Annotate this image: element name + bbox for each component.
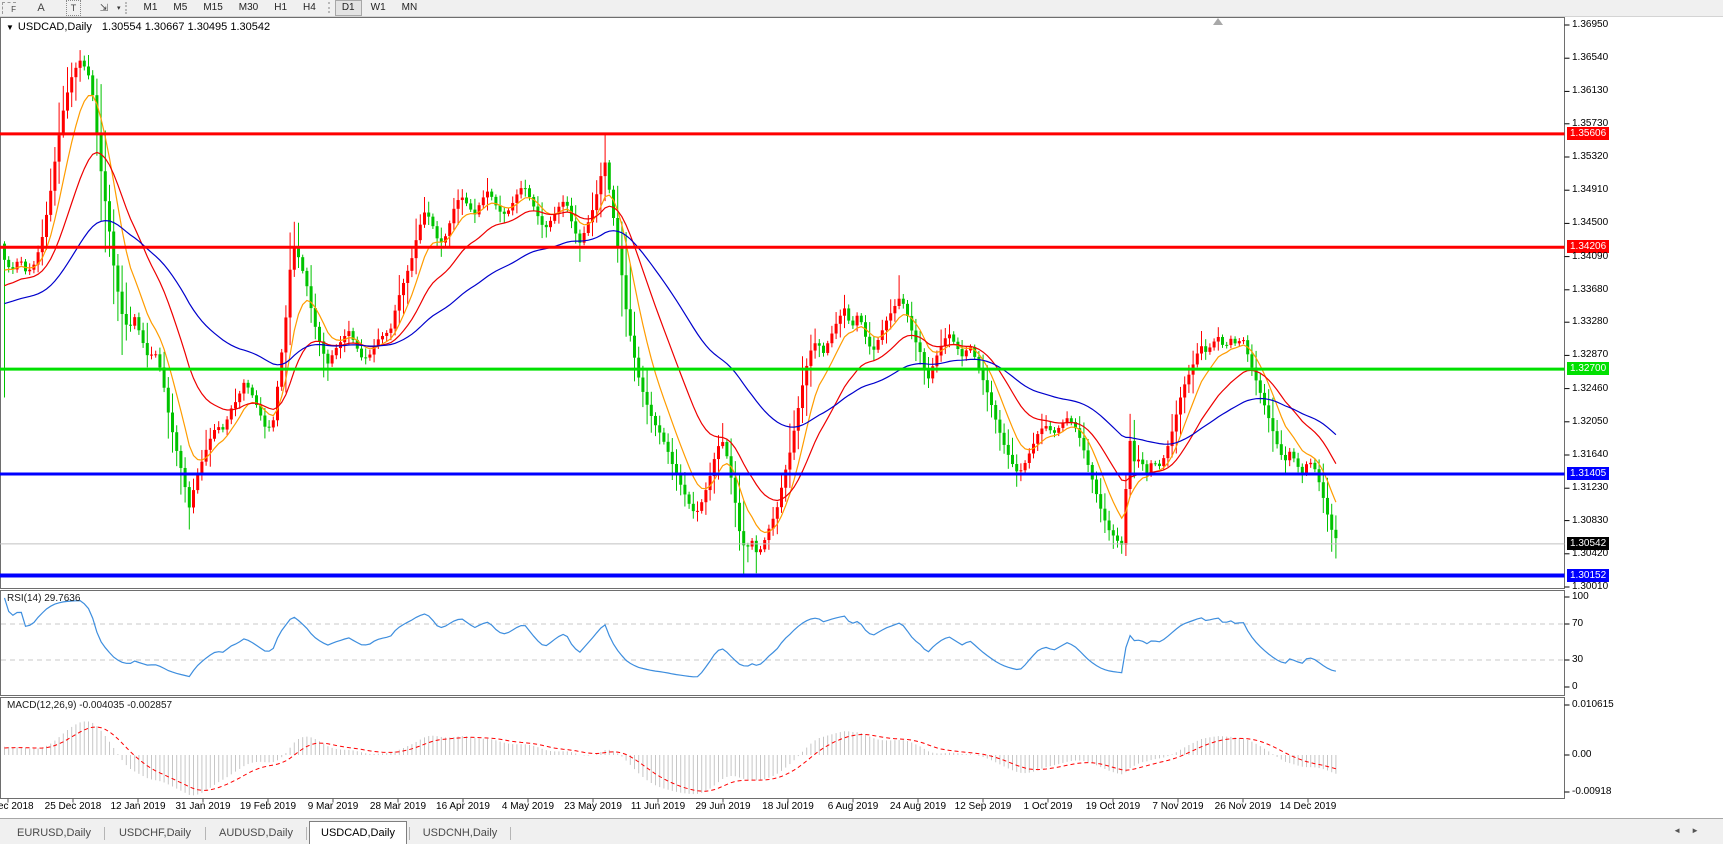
price-tick-label: 1.32050 [1572,416,1608,428]
chart-symbol-period: USDCAD,Daily [18,21,92,33]
level-price-badge: 1.30152 [1567,569,1609,582]
tab-separator [306,827,307,840]
chart-title-dropdown-icon[interactable]: ▼ [6,23,14,32]
price-tick-label: 1.31230 [1572,482,1608,494]
chart-tab-eurusd[interactable]: EURUSD,Daily [6,824,102,843]
price-tick-label: 1.35730 [1572,118,1608,130]
price-tick-label: 1.30830 [1572,515,1608,527]
chart-tab-audusd[interactable]: AUDUSD,Daily [208,824,304,843]
tab-scroll-right-icon[interactable]: ► [1691,826,1709,835]
tab-separator [409,827,410,840]
level-price-badge: 1.32700 [1567,362,1609,375]
rsi-tick-label: 0 [1572,681,1578,693]
price-tick-label: 1.36540 [1572,52,1608,64]
rsi-tick-label: 70 [1572,618,1583,630]
macd-tick-label: -0.00918 [1572,786,1611,798]
macd-pane[interactable] [1,698,1565,799]
price-tick-label: 1.36950 [1572,19,1608,31]
chart-tab-usdcad[interactable]: USDCAD,Daily [309,821,407,844]
chart-canvas[interactable] [0,0,1723,844]
rsi-tick-label: 100 [1572,591,1589,603]
rsi-pane[interactable] [1,591,1565,696]
chart-tab-usdchf[interactable]: USDCHF,Daily [107,824,203,843]
price-tick-label: 1.34910 [1572,184,1608,196]
price-tick-label: 1.34500 [1572,217,1608,229]
trading-platform-window: F A T ⇲ ▾ M1M5M15M30H1H4D1W1MN ▼USDCAD,D… [0,0,1723,844]
price-tick-label: 1.32870 [1572,349,1608,361]
price-tick-label: 1.31640 [1572,449,1608,461]
price-tick-label: 1.30420 [1572,548,1608,560]
tab-scroll-left-icon[interactable]: ◄ [1673,826,1691,835]
chart-tab-usdcnh[interactable]: USDCNH,Daily [412,824,508,843]
macd-tick-label: 0.010615 [1572,699,1614,711]
price-tick-label: 1.33680 [1572,284,1608,296]
tab-scroll-arrows[interactable]: ◄► [1673,826,1709,835]
date-axis-label: 14 Dec 2019 [1268,801,1348,813]
price-tick-label: 1.33280 [1572,316,1608,328]
price-tick-label: 1.32460 [1572,383,1608,395]
price-tick-label: 1.34090 [1572,251,1608,263]
tab-separator [510,827,511,840]
price-tick-label: 1.35320 [1572,151,1608,163]
chart-tab-bar: EURUSD,Daily USDCHF,Daily AUDUSD,Daily USDC… [0,818,1723,844]
rsi-indicator-label: RSI(14) 29.7636 [7,593,80,604]
chart-title: ▼ USDCAD,Daily 1.30554 1.30667 1.30495 1.3… [6,21,270,33]
macd-indicator-label: MACD(12,26,9) -0.004035 -0.002857 [7,700,172,711]
macd-tick-label: 0.00 [1572,749,1591,761]
level-price-badge: 1.31405 [1567,467,1609,480]
price-tick-label: 1.36130 [1572,85,1608,97]
rsi-tick-label: 30 [1572,654,1583,666]
chart-ohlc-values: 1.30554 1.30667 1.30495 1.30542 [102,21,270,33]
tab-separator [104,827,105,840]
tab-separator [205,827,206,840]
